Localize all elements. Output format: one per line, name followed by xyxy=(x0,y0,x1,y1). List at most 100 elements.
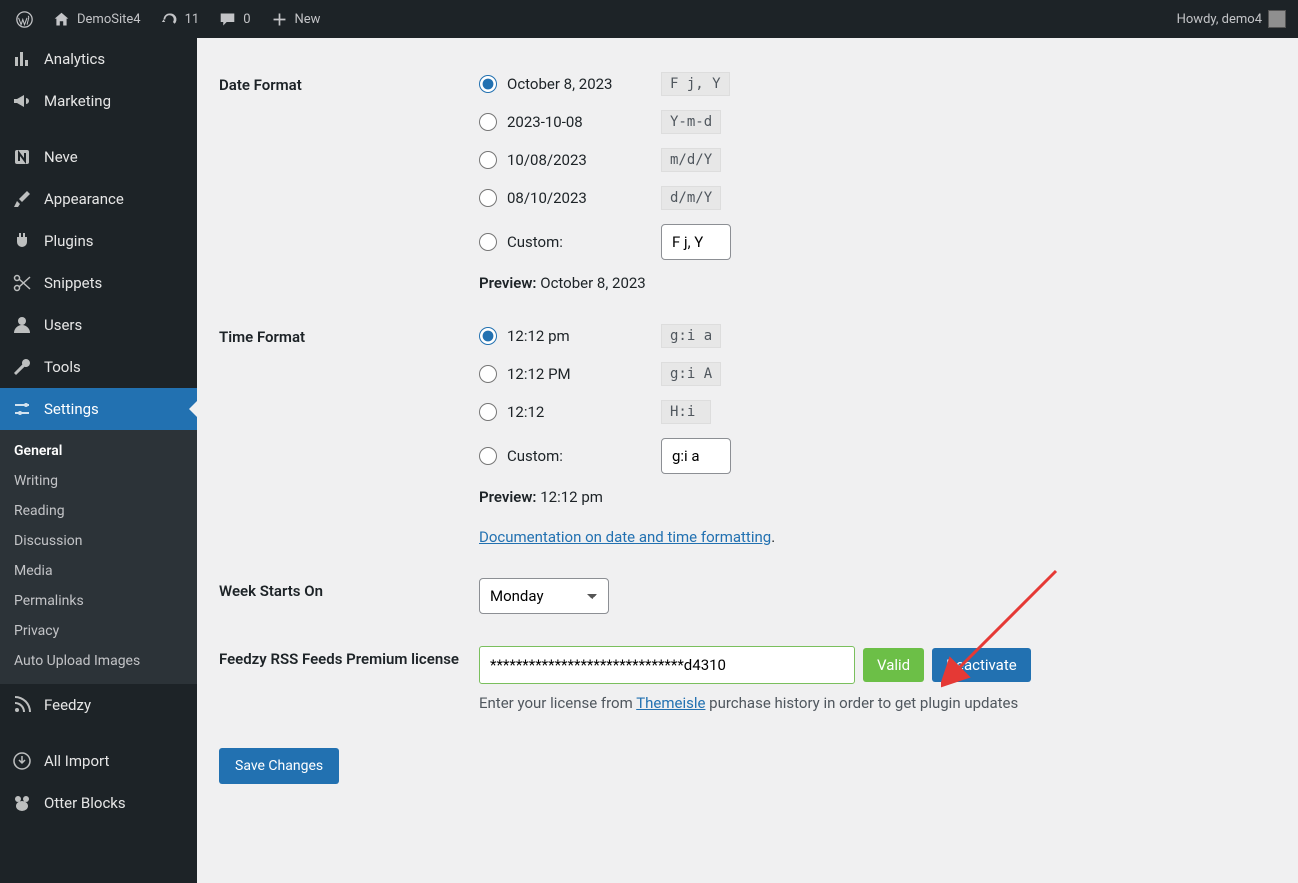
week-starts-heading: Week Starts On xyxy=(219,564,479,632)
submenu-general[interactable]: General xyxy=(0,436,197,466)
license-valid-badge[interactable]: Valid xyxy=(863,648,924,682)
time-option-1[interactable]: 12:12 pm xyxy=(479,327,649,345)
sidebar-item-label: Analytics xyxy=(44,50,105,68)
date-code-1: F j, Y xyxy=(661,72,730,96)
sidebar-item-tools[interactable]: Tools xyxy=(0,346,197,388)
date-custom-input[interactable] xyxy=(661,224,731,260)
date-radio-2[interactable] xyxy=(479,113,497,131)
time-preview: Preview: 12:12 pm xyxy=(479,488,1266,506)
date-option-3[interactable]: 10/08/2023 xyxy=(479,151,649,169)
sidebar-item-label: Marketing xyxy=(44,92,111,110)
submenu-permalinks[interactable]: Permalinks xyxy=(0,586,197,616)
date-option-2[interactable]: 2023-10-08 xyxy=(479,113,649,131)
time-custom-input[interactable] xyxy=(661,438,731,474)
plug-icon xyxy=(12,231,32,251)
license-deactivate-button[interactable]: Deactivate xyxy=(932,648,1031,682)
sidebar-item-users[interactable]: Users xyxy=(0,304,197,346)
neve-icon xyxy=(12,147,32,167)
time-code-2: g:i A xyxy=(661,362,721,386)
user-icon xyxy=(12,315,32,335)
scissors-icon xyxy=(12,273,32,293)
date-option-1[interactable]: October 8, 2023 xyxy=(479,75,649,93)
chart-icon xyxy=(12,49,32,69)
updates-link[interactable]: 11 xyxy=(153,0,208,38)
wordpress-icon xyxy=(16,11,33,28)
date-option-label: 2023-10-08 xyxy=(507,113,583,131)
sidebar-item-analytics[interactable]: Analytics xyxy=(0,38,197,80)
sidebar-item-otter[interactable]: Otter Blocks xyxy=(0,782,197,824)
sidebar-item-neve[interactable]: Neve xyxy=(0,136,197,178)
sidebar-item-label: Otter Blocks xyxy=(44,794,126,812)
new-content-link[interactable]: New xyxy=(263,0,329,38)
time-radio-custom[interactable] xyxy=(479,447,497,465)
sliders-icon xyxy=(12,399,32,419)
comments-link[interactable]: 0 xyxy=(211,0,258,38)
date-code-3: m/d/Y xyxy=(661,148,721,172)
time-option-2[interactable]: 12:12 PM xyxy=(479,365,649,383)
date-code-2: Y-m-d xyxy=(661,110,721,134)
submenu-auto-upload[interactable]: Auto Upload Images xyxy=(0,646,197,676)
sidebar-item-all-import[interactable]: All Import xyxy=(0,740,197,782)
sidebar-item-settings[interactable]: Settings xyxy=(0,388,197,430)
avatar xyxy=(1268,10,1286,28)
datetime-doc-link[interactable]: Documentation on date and time formattin… xyxy=(479,528,771,546)
sidebar-item-label: Snippets xyxy=(44,274,102,292)
time-option-label: 12:12 PM xyxy=(507,365,571,383)
time-radio-1[interactable] xyxy=(479,327,497,345)
otter-icon xyxy=(12,793,32,813)
comment-icon xyxy=(219,11,236,28)
date-option-4[interactable]: 08/10/2023 xyxy=(479,189,649,207)
wp-logo[interactable] xyxy=(8,0,41,38)
time-code-3: H:i xyxy=(661,400,711,424)
sidebar-item-plugins[interactable]: Plugins xyxy=(0,220,197,262)
submenu-media[interactable]: Media xyxy=(0,556,197,586)
updates-count: 11 xyxy=(185,12,200,27)
week-starts-select[interactable]: Monday xyxy=(479,578,609,614)
refresh-icon xyxy=(161,11,178,28)
sidebar-item-label: Plugins xyxy=(44,232,93,250)
time-radio-3[interactable] xyxy=(479,403,497,421)
site-name: DemoSite4 xyxy=(77,12,141,27)
time-code-1: g:i a xyxy=(661,324,721,348)
howdy-text: Howdy, demo4 xyxy=(1177,12,1262,27)
time-option-3[interactable]: 12:12 xyxy=(479,403,649,421)
home-icon xyxy=(53,11,70,28)
admin-sidebar: Analytics Marketing Neve Appearance Plug… xyxy=(0,38,197,883)
date-radio-4[interactable] xyxy=(479,189,497,207)
time-radio-2[interactable] xyxy=(479,365,497,383)
time-option-label: 12:12 pm xyxy=(507,327,570,345)
date-radio-1[interactable] xyxy=(479,75,497,93)
save-changes-button[interactable]: Save Changes xyxy=(219,748,339,784)
sidebar-item-appearance[interactable]: Appearance xyxy=(0,178,197,220)
date-radio-custom[interactable] xyxy=(479,233,497,251)
date-preview: Preview: October 8, 2023 xyxy=(479,274,1266,292)
time-option-custom[interactable]: Custom: xyxy=(479,447,649,465)
user-menu[interactable]: Howdy, demo4 xyxy=(1177,10,1290,28)
submenu-discussion[interactable]: Discussion xyxy=(0,526,197,556)
rss-icon xyxy=(12,695,32,715)
date-code-4: d/m/Y xyxy=(661,186,721,210)
sidebar-item-label: All Import xyxy=(44,752,109,770)
sidebar-item-label: Tools xyxy=(44,358,81,376)
license-note: Enter your license from Themeisle purcha… xyxy=(479,694,1266,712)
sidebar-item-snippets[interactable]: Snippets xyxy=(0,262,197,304)
brush-icon xyxy=(12,189,32,209)
submenu-privacy[interactable]: Privacy xyxy=(0,616,197,646)
sidebar-item-feedzy[interactable]: Feedzy xyxy=(0,684,197,726)
submenu-writing[interactable]: Writing xyxy=(0,466,197,496)
date-option-label: 10/08/2023 xyxy=(507,151,587,169)
sidebar-item-marketing[interactable]: Marketing xyxy=(0,80,197,122)
megaphone-icon xyxy=(12,91,32,111)
site-name-link[interactable]: DemoSite4 xyxy=(45,0,149,38)
date-option-label: 08/10/2023 xyxy=(507,189,587,207)
sidebar-item-label: Users xyxy=(44,316,82,334)
license-input[interactable] xyxy=(479,646,855,684)
sidebar-item-label: Settings xyxy=(44,400,99,418)
main-content: Date Format October 8, 2023 F j, Y 2023-… xyxy=(197,38,1298,883)
date-option-label: October 8, 2023 xyxy=(507,75,613,93)
date-option-custom[interactable]: Custom: xyxy=(479,233,649,251)
time-option-label: 12:12 xyxy=(507,403,544,421)
themeisle-link[interactable]: Themeisle xyxy=(636,694,705,712)
submenu-reading[interactable]: Reading xyxy=(0,496,197,526)
date-radio-3[interactable] xyxy=(479,151,497,169)
